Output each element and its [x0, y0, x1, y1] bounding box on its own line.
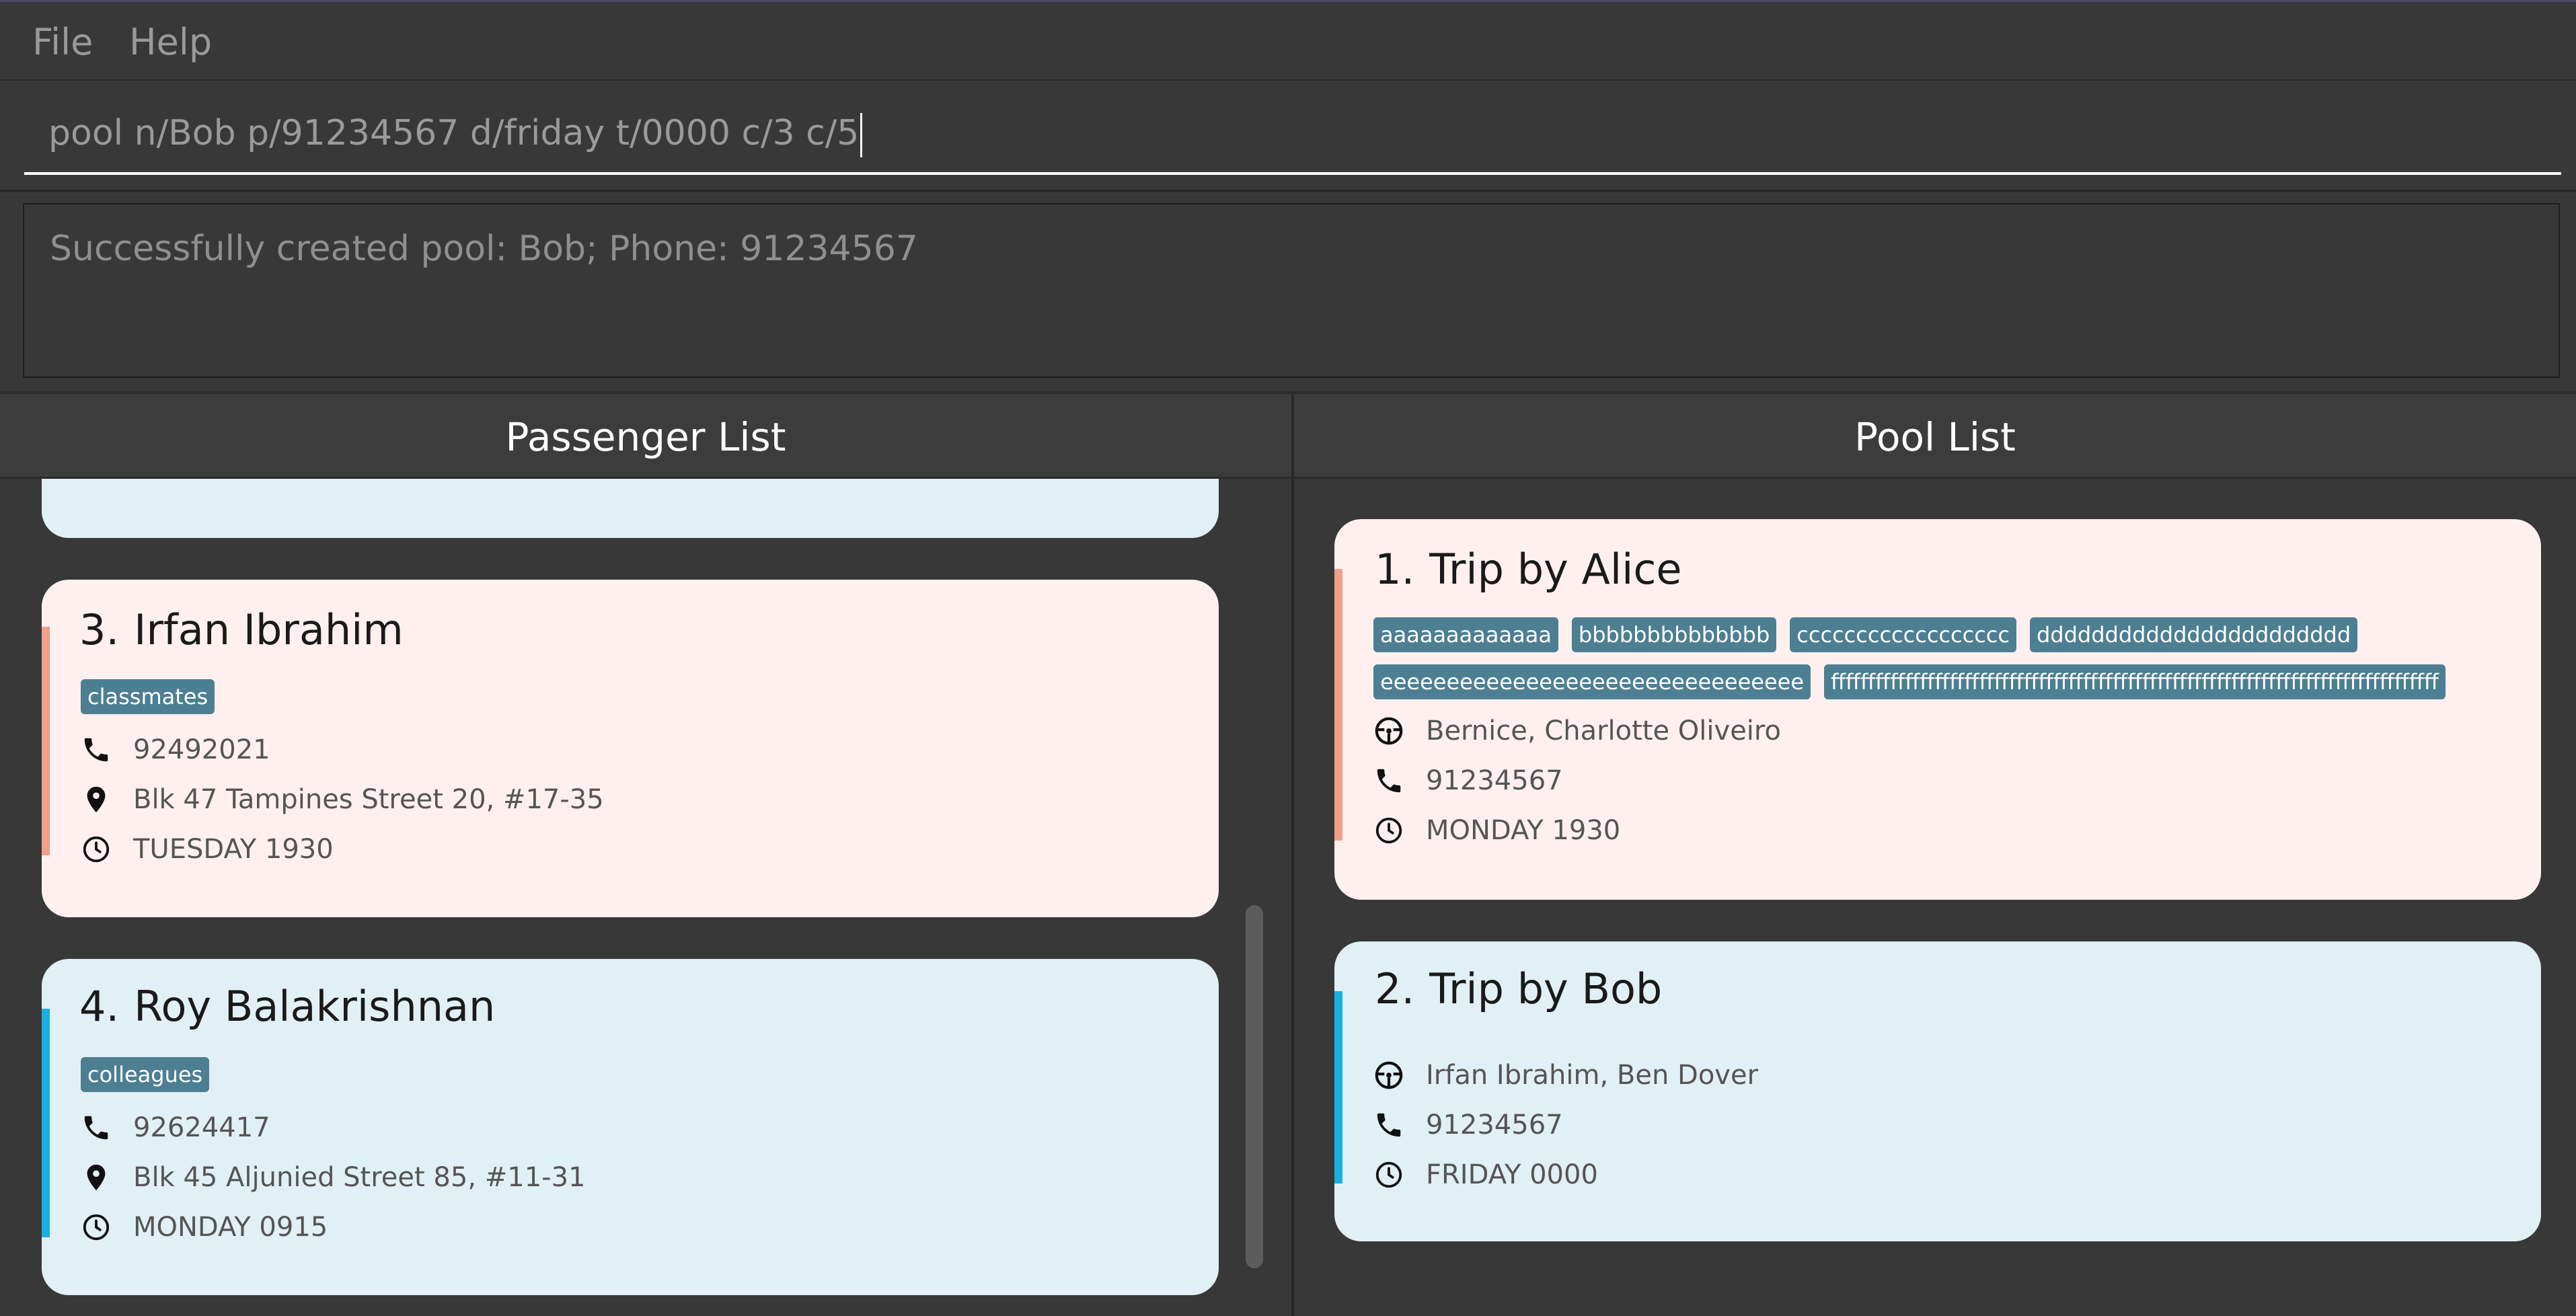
pool-passengers: Bernice, Charlotte Oliveiro	[1426, 715, 1781, 746]
passenger-list-header: Passenger List	[505, 414, 786, 460]
tag: classmates	[81, 679, 215, 714]
pool-card[interactable]: 2. Trip by Bob Irfan Ibrahim, Ben Dover 9…	[1334, 941, 2541, 1241]
card-accent	[1334, 991, 1342, 1184]
driver-row: Irfan Ibrahim, Ben Dover	[1372, 1058, 1758, 1092]
map-pin-icon	[79, 1161, 113, 1194]
map-pin-icon	[79, 783, 113, 816]
pool-index: 2.	[1375, 964, 1415, 1013]
phone-row: 91234567	[1372, 1108, 1563, 1142]
time-row: FRIDAY 0000	[1372, 1158, 1598, 1192]
tag: ffffffffffffffffffffffffffffffffffffffff…	[1824, 664, 2446, 699]
address-text: Blk 45 Aljunied Street 85, #11-31	[133, 1162, 586, 1193]
pool-title: 2. Trip by Bob	[1375, 964, 1662, 1013]
card-accent	[42, 1009, 50, 1237]
passenger-name: Roy Balakrishnan	[134, 982, 496, 1031]
pool-title: 1. Trip by Alice	[1375, 545, 1682, 594]
passenger-list-scrollbar[interactable]	[1246, 905, 1263, 1268]
passenger-name: Irfan Ibrahim	[134, 605, 404, 654]
passenger-index: 4.	[79, 982, 120, 1031]
passenger-index: 3.	[79, 605, 120, 654]
address-text: Blk 47 Tampines Street 20, #17-35	[133, 784, 604, 815]
pool-list[interactable]: 1. Trip by Alice aaaaaaaaaaaaa bbbbbbbbbb…	[1294, 479, 2576, 1316]
phone-row: 92624417	[79, 1111, 270, 1145]
menu-bar: File Help	[0, 0, 2576, 79]
time-row: TUESDAY 1930	[79, 833, 334, 866]
command-panel: pool n/Bob p/91234567 d/friday t/0000 c/…	[0, 79, 2576, 191]
command-text: pool n/Bob p/91234567 d/friday t/0000 c/…	[48, 113, 860, 153]
clock-icon	[79, 1210, 113, 1244]
phone-icon	[79, 733, 113, 767]
phone-icon	[79, 1111, 113, 1145]
pool-name: Trip by Alice	[1429, 545, 1682, 594]
pool-name: Trip by Bob	[1429, 964, 1663, 1013]
phone-number: 92624417	[133, 1112, 270, 1143]
clock-icon	[79, 833, 113, 866]
driver-row: Bernice, Charlotte Oliveiro	[1372, 714, 1781, 748]
time-row: MONDAY 1930	[1372, 814, 1620, 847]
menu-help[interactable]: Help	[129, 21, 212, 63]
card-accent	[1334, 569, 1342, 841]
tag: eeeeeeeeeeeeeeeeeeeeeeeeeeeeeeee	[1373, 664, 1811, 699]
passenger-list[interactable]: 3. Irfan Ibrahim classmates 92492021 Blk …	[0, 479, 1291, 1316]
result-display[interactable]: Successfully created pool: Bob; Phone: 9…	[23, 203, 2560, 378]
result-panel: Successfully created pool: Bob; Phone: 9…	[0, 192, 2576, 391]
passenger-card[interactable]: 3. Irfan Ibrahim classmates 92492021 Blk …	[42, 580, 1219, 917]
card-accent	[42, 627, 50, 855]
tag-list: aaaaaaaaaaaaa bbbbbbbbbbbbbb ccccccccccc…	[1373, 617, 2517, 699]
pool-list-header: Pool List	[1854, 414, 2016, 460]
phone-icon	[1372, 1108, 1406, 1142]
phone-icon	[1372, 764, 1406, 798]
passenger-card-partial[interactable]	[42, 479, 1219, 538]
result-text: Successfully created pool: Bob; Phone: 9…	[50, 229, 918, 269]
phone-row: 92492021	[79, 733, 270, 767]
tag-list: colleagues	[81, 1057, 210, 1092]
phone-number: 91234567	[1426, 765, 1563, 796]
tag-list: classmates	[81, 679, 215, 714]
time-text: MONDAY 1930	[1426, 815, 1621, 846]
steering-wheel-icon	[1372, 714, 1406, 748]
address-row: Blk 47 Tampines Street 20, #17-35	[79, 783, 604, 816]
menu-file[interactable]: File	[32, 21, 93, 63]
passenger-card[interactable]: 4. Roy Balakrishnan colleagues 92624417 B…	[42, 959, 1219, 1295]
pool-index: 1.	[1375, 545, 1415, 594]
passenger-title: 3. Irfan Ibrahim	[79, 605, 404, 654]
phone-number: 92492021	[133, 734, 270, 765]
tag: cccccccccccccccccc	[1790, 617, 2016, 652]
tag: aaaaaaaaaaaaa	[1373, 617, 1558, 652]
list-headers: Passenger List Pool List	[0, 393, 2576, 480]
tag: ddddddddddddddddddddddd	[2029, 617, 2358, 652]
text-caret	[860, 113, 863, 157]
address-row: Blk 45 Aljunied Street 85, #11-31	[79, 1161, 586, 1194]
pool-passengers: Irfan Ibrahim, Ben Dover	[1426, 1060, 1759, 1091]
phone-row: 91234567	[1372, 764, 1563, 798]
passenger-title: 4. Roy Balakrishnan	[79, 982, 495, 1031]
time-row: MONDAY 0915	[79, 1210, 328, 1244]
clock-icon	[1372, 814, 1406, 847]
clock-icon	[1372, 1158, 1406, 1192]
tag: colleagues	[81, 1057, 210, 1092]
time-text: MONDAY 0915	[133, 1212, 328, 1243]
steering-wheel-icon	[1372, 1058, 1406, 1092]
phone-number: 91234567	[1426, 1110, 1563, 1140]
command-input[interactable]: pool n/Bob p/91234567 d/friday t/0000 c/…	[24, 101, 2561, 175]
tag: bbbbbbbbbbbbbb	[1571, 617, 1777, 652]
time-text: FRIDAY 0000	[1426, 1159, 1598, 1190]
pool-card[interactable]: 1. Trip by Alice aaaaaaaaaaaaa bbbbbbbbbb…	[1334, 519, 2541, 900]
time-text: TUESDAY 1930	[133, 834, 334, 865]
